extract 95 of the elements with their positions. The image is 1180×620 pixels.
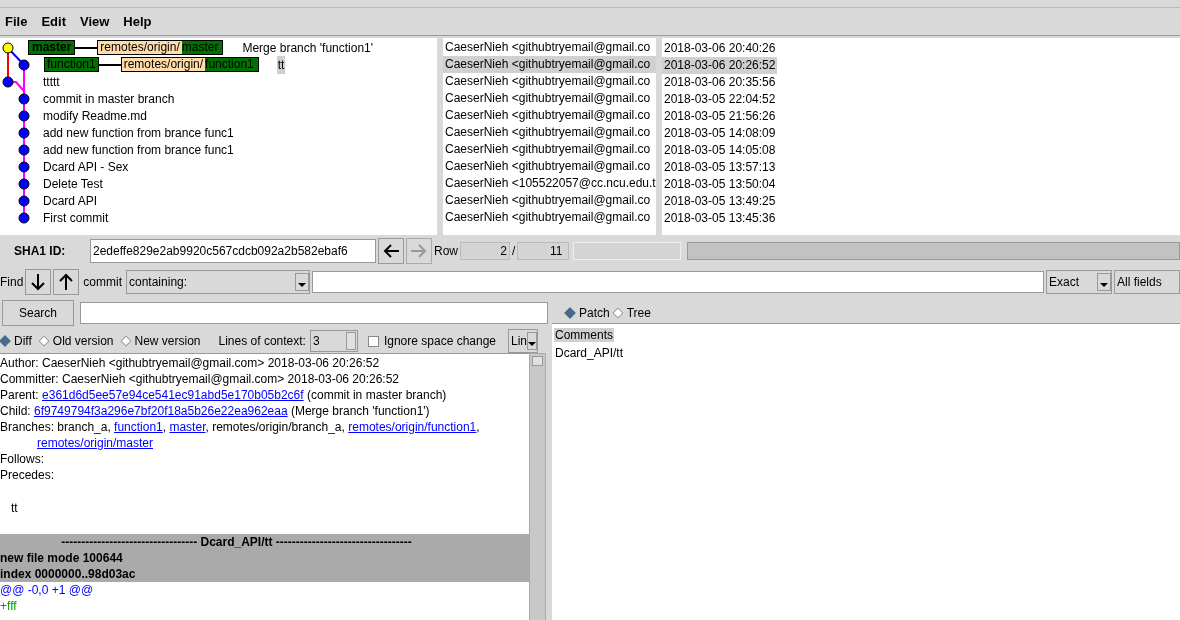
line-mode-dropdown[interactable]: Lin — [508, 329, 538, 353]
date-cell[interactable]: 2018-03-05 13:45:36 — [662, 210, 778, 227]
sha1-label: SHA1 ID: — [14, 243, 67, 260]
author-cell[interactable]: CaeserNieh <githubtryemail@gmail.co — [443, 56, 656, 73]
date-cell[interactable]: 2018-03-05 13:57:13 — [662, 159, 778, 176]
author-cell[interactable]: CaeserNieh <githubtryemail@gmail.co — [443, 90, 656, 107]
menu-item[interactable]: Edit — [41, 11, 66, 32]
detail-line: Child: 6f9749794f3a296e7bf20f18a5b26e22ea962eaa (Merge branch 'function1') — [0, 403, 431, 419]
date-cell[interactable]: 2018-03-05 13:49:25 — [662, 193, 778, 210]
commit-message[interactable]: commit in master branch — [42, 89, 176, 108]
radio-button[interactable]: Tree — [613, 304, 651, 322]
author-cell[interactable]: CaeserNieh <githubtryemail@gmail.co — [443, 141, 656, 158]
diff-line: new file mode 100644 — [0, 551, 123, 565]
commit-message[interactable]: add new function from brance func1 — [42, 140, 235, 159]
date-cell[interactable]: 2018-03-05 14:08:09 — [662, 125, 778, 142]
diff-line: +fff — [0, 599, 17, 613]
up-arrow-icon — [58, 273, 75, 291]
context-label: Lines of context: — [218, 333, 306, 350]
radio-button[interactable]: Diff — [1, 332, 32, 350]
radio-button[interactable]: New version — [121, 332, 201, 350]
row-number-field: 2 — [460, 242, 510, 260]
find-previous-button[interactable] — [53, 269, 80, 295]
row-count-field: 11 — [517, 242, 570, 260]
commit-message[interactable]: add new function from brance func1 — [42, 123, 235, 142]
commit-message[interactable]: Merge branch 'function1' — [241, 38, 375, 57]
date-cell[interactable]: 2018-03-06 20:26:52 — [662, 57, 778, 74]
find-mode-dropdown[interactable]: containing: — [126, 270, 310, 294]
diff-line: @@ -0,0 +1 @@ — [0, 583, 94, 597]
search-field[interactable] — [80, 302, 548, 324]
author-cell[interactable]: CaeserNieh <105522057@cc.ncu.edu.t — [443, 175, 656, 192]
diff-line: index 0000000..98d03ac — [0, 567, 136, 581]
commit-message[interactable]: Dcard API - Sex — [42, 157, 130, 176]
detail-line: Follows: — [0, 451, 45, 467]
commit-message[interactable]: Dcard API — [42, 191, 99, 210]
row-label: Row — [434, 243, 458, 260]
link[interactable]: master — [169, 420, 206, 434]
ignore-space-checkbox[interactable]: Ignore space change — [367, 332, 496, 350]
radio-button[interactable]: Patch — [566, 304, 610, 322]
link[interactable]: 6f9749794f3a296e7bf20f18a5b26e22ea962eaa — [34, 404, 288, 418]
author-cell[interactable]: CaeserNieh <githubtryemail@gmail.co — [443, 158, 656, 175]
detail-line: Branches: branch_a, function1, master, remotes/origin/branch_a, remotes/origin/function1, — [0, 419, 481, 435]
date-cell[interactable]: 2018-03-05 14:05:08 — [662, 142, 778, 159]
date-cell[interactable]: 2018-03-05 22:04:52 — [662, 91, 778, 108]
commit-message[interactable]: Delete Test — [42, 174, 104, 193]
find-field[interactable] — [312, 271, 1044, 293]
menu-item[interactable]: Help — [123, 11, 152, 32]
radio-button[interactable]: Old version — [39, 332, 114, 350]
detail-line: Committer: CaeserNieh <githubtryemail@gmail.com> 2018-03-06 20:26:52 — [0, 371, 401, 387]
find-next-button[interactable] — [25, 269, 52, 295]
commit-message: tt — [11, 501, 18, 515]
remote-branch-tag: remotes/origin/ function1 — [120, 57, 259, 72]
diff-line: ---------------------------------- Dcard_API/tt ---------------------------------- — [61, 535, 412, 549]
author-cell[interactable]: CaeserNieh <githubtryemail@gmail.co — [443, 73, 656, 90]
detail-line: Author: CaeserNieh <githubtryemail@gmail.com> 2018-03-06 20:26:52 — [0, 355, 381, 371]
match-dropdown[interactable]: Exact — [1046, 270, 1112, 294]
date-cell[interactable]: 2018-03-05 13:50:04 — [662, 176, 778, 193]
link[interactable]: e361d6d5ee57e94ce541ec91abd5e170b05b2c6f — [42, 388, 304, 402]
detail-line: Precedes: — [0, 467, 56, 483]
date-cell[interactable]: 2018-03-05 21:56:26 — [662, 108, 778, 125]
back-button[interactable] — [378, 238, 404, 264]
commit-message[interactable]: First commit — [42, 208, 110, 227]
row-separator: / — [512, 243, 516, 260]
find-label: Find — [0, 274, 24, 291]
caret-icon — [528, 342, 537, 346]
find-type-label: commit — [82, 274, 123, 291]
commit-message[interactable]: tt — [276, 55, 286, 74]
link[interactable]: remotes/origin/master — [37, 436, 154, 450]
date-cell[interactable]: 2018-03-06 20:40:26 — [662, 40, 778, 57]
left-arrow-icon — [382, 243, 400, 259]
author-cell[interactable]: CaeserNieh <githubtryemail@gmail.co — [443, 107, 656, 124]
menu-item[interactable]: View — [79, 11, 110, 32]
author-cell[interactable]: CaeserNieh <githubtryemail@gmail.co — [443, 124, 656, 141]
author-cell[interactable]: CaeserNieh <githubtryemail@gmail.co — [443, 39, 656, 56]
menu-item[interactable]: File — [5, 11, 28, 32]
caret-icon — [298, 283, 306, 287]
commit-message[interactable]: modify Readme.md — [42, 106, 149, 125]
date-cell[interactable]: 2018-03-06 20:35:56 — [662, 74, 778, 91]
remote-branch-tag: remotes/origin/ master — [97, 40, 224, 55]
scrollbar[interactable] — [529, 353, 546, 620]
context-spinbox[interactable]: 3 — [309, 330, 358, 352]
author-cell[interactable]: CaeserNieh <githubtryemail@gmail.co — [443, 192, 656, 209]
branch-tag: master — [28, 40, 76, 55]
detail-line: Parent: e361d6d5ee57e94ce541ec91abd5e170b05b2c6f (commit in master branch) — [0, 387, 448, 403]
file-list-item[interactable]: Dcard_API/tt — [554, 346, 625, 360]
commit-message[interactable]: ttttt — [42, 72, 61, 91]
caret-icon — [1100, 283, 1108, 287]
link[interactable]: function1 — [114, 420, 163, 434]
branch-tag: function1 — [44, 57, 99, 72]
file-list-item[interactable]: Comments — [554, 328, 614, 342]
author-cell[interactable]: CaeserNieh <githubtryemail@gmail.co — [443, 209, 656, 226]
right-arrow-icon — [410, 243, 428, 259]
fields-dropdown[interactable]: All fields — [1114, 270, 1180, 294]
search-button[interactable]: Search — [2, 300, 74, 326]
down-arrow-icon — [30, 273, 47, 291]
sha1-field[interactable]: 2edeffe829e2ab9920c567cdcb092a2b582ebaf6 — [90, 239, 376, 263]
